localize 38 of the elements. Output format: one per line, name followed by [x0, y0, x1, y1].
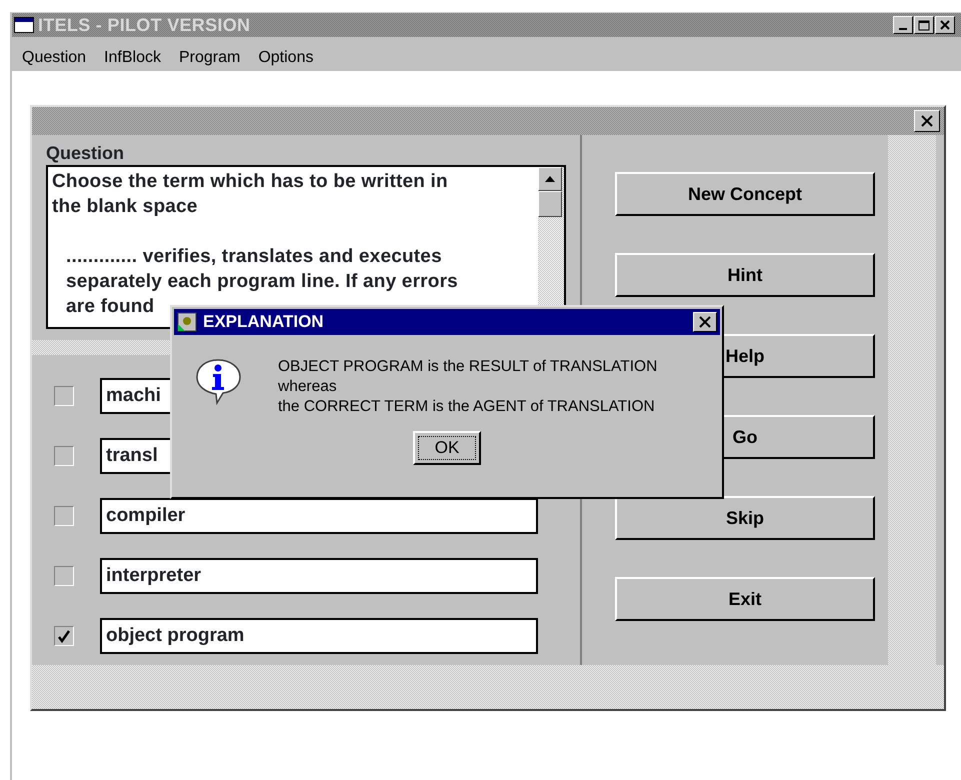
close-icon	[940, 20, 950, 30]
app-icon	[177, 312, 197, 332]
close-button[interactable]	[935, 16, 955, 34]
checkbox[interactable]	[54, 626, 74, 646]
question-paragraph: Choose the term which has to be written in the blank space	[52, 170, 449, 219]
menu-item[interactable]: Program	[178, 46, 240, 70]
maximize-button[interactable]	[914, 16, 934, 34]
action-button[interactable]: Exit	[615, 577, 875, 621]
answer-field[interactable]: compiler	[100, 498, 538, 534]
scroll-up-button[interactable]	[538, 167, 562, 191]
close-button[interactable]	[914, 110, 940, 132]
minimize-button[interactable]	[893, 16, 913, 34]
question-label: Question	[46, 143, 126, 163]
checkbox[interactable]	[54, 506, 74, 526]
checkbox[interactable]	[54, 566, 74, 586]
action-button[interactable]: Skip	[615, 496, 875, 540]
menu-item[interactable]: Options	[258, 46, 314, 70]
answer-field[interactable]: object program	[100, 618, 538, 654]
action-button[interactable]: Hint	[615, 253, 875, 297]
action-button[interactable]: New Concept	[615, 172, 875, 216]
up-arrow-icon	[545, 176, 555, 182]
maximize-icon	[918, 20, 930, 30]
ok-button[interactable]: OK	[413, 431, 481, 465]
checkbox[interactable]	[54, 386, 74, 406]
answer-field[interactable]: interpreter	[100, 558, 538, 594]
minimize-icon	[899, 28, 907, 30]
dialog-message: the CORRECT TERM is the AGENT of TRANSLATION	[278, 397, 656, 417]
window-icon	[14, 17, 34, 33]
menu-item[interactable]: Question	[22, 46, 86, 70]
dialog-title: EXPLANATION	[203, 311, 325, 334]
close-icon	[699, 316, 711, 328]
close-button[interactable]	[693, 312, 717, 332]
close-icon	[921, 115, 933, 127]
checkbox[interactable]	[54, 446, 74, 466]
menu-item[interactable]: InfBlock	[104, 46, 161, 70]
scroll-thumb[interactable]	[538, 191, 562, 217]
dialog-message: whereas	[278, 377, 338, 397]
window-title: ITELS - PILOT VERSION	[38, 14, 250, 36]
